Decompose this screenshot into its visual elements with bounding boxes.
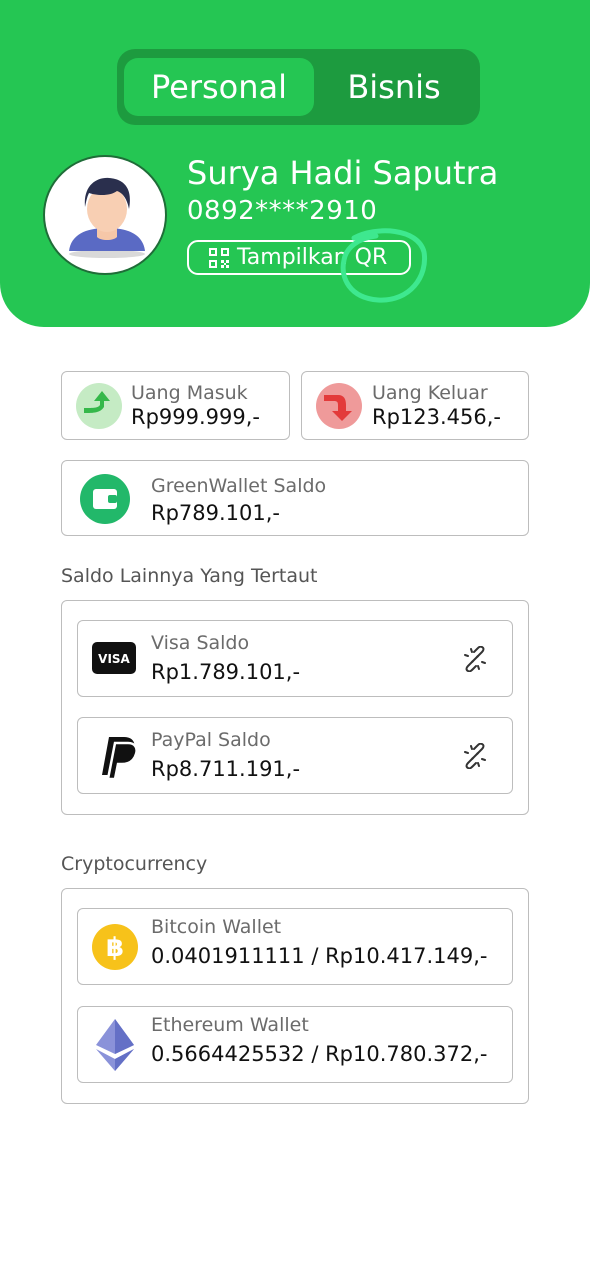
visa-icon: VISA: [92, 642, 136, 678]
show-qr-button[interactable]: Tampilkan QR: [187, 240, 411, 275]
qr-code-icon: [209, 247, 229, 268]
visa-card[interactable]: VISA Visa Saldo Rp1.789.101,-: [77, 620, 513, 697]
crypto-group: ฿ Bitcoin Wallet 0.0401911111 / Rp10.417…: [61, 888, 529, 1104]
user-phone: 0892****2910: [187, 196, 378, 226]
greenwallet-value: Rp789.101,-: [151, 501, 281, 525]
ethereum-card[interactable]: Ethereum Wallet 0.5664425532 / Rp10.780.…: [77, 1006, 513, 1083]
unlink-icon[interactable]: [462, 645, 488, 673]
paypal-card[interactable]: PayPal Saldo Rp8.711.191,-: [77, 717, 513, 794]
linked-balances-group: VISA Visa Saldo Rp1.789.101,- PayPal Sal…: [61, 600, 529, 815]
expense-card[interactable]: Uang Keluar Rp123.456,-: [301, 371, 529, 440]
income-value: Rp999.999,-: [131, 405, 261, 429]
profile-header: Personal Bisnis Surya Hadi Saputra 0892*…: [0, 0, 590, 327]
income-label: Uang Masuk: [131, 382, 248, 404]
paypal-icon: [92, 733, 138, 783]
arrow-down-icon: [316, 383, 362, 433]
visa-value: Rp1.789.101,-: [151, 660, 301, 684]
arrow-up-icon: [76, 383, 122, 433]
visa-icon-text: VISA: [98, 652, 130, 666]
crypto-section-title: Cryptocurrency: [61, 853, 208, 875]
user-name: Surya Hadi Saputra: [187, 154, 499, 192]
bitcoin-icon: ฿: [92, 924, 138, 974]
ethereum-icon: [96, 1019, 134, 1075]
unlink-icon[interactable]: [462, 742, 488, 770]
account-type-toggle: Personal Bisnis: [117, 49, 480, 125]
bitcoin-card[interactable]: ฿ Bitcoin Wallet 0.0401911111 / Rp10.417…: [77, 908, 513, 985]
expense-label: Uang Keluar: [372, 382, 488, 404]
visa-label: Visa Saldo: [151, 632, 250, 654]
show-qr-label: Tampilkan QR: [237, 245, 388, 270]
paypal-value: Rp8.711.191,-: [151, 757, 301, 781]
avatar[interactable]: [43, 155, 167, 275]
income-card[interactable]: Uang Masuk Rp999.999,-: [61, 371, 290, 440]
paypal-label: PayPal Saldo: [151, 729, 271, 751]
tab-bisnis[interactable]: Bisnis: [317, 58, 471, 116]
greenwallet-label: GreenWallet Saldo: [151, 475, 327, 497]
bitcoin-label: Bitcoin Wallet: [151, 916, 282, 938]
greenwallet-card[interactable]: GreenWallet Saldo Rp789.101,-: [61, 460, 529, 536]
ethereum-value: 0.5664425532 / Rp10.780.372,-: [151, 1042, 488, 1066]
bitcoin-value: 0.0401911111 / Rp10.417.149,-: [151, 944, 488, 968]
wallet-icon: [80, 474, 130, 528]
tab-personal[interactable]: Personal: [124, 58, 314, 116]
expense-value: Rp123.456,-: [372, 405, 502, 429]
svg-text:฿: ฿: [106, 933, 124, 963]
ethereum-label: Ethereum Wallet: [151, 1014, 309, 1036]
linked-section-title: Saldo Lainnya Yang Tertaut: [61, 565, 318, 587]
